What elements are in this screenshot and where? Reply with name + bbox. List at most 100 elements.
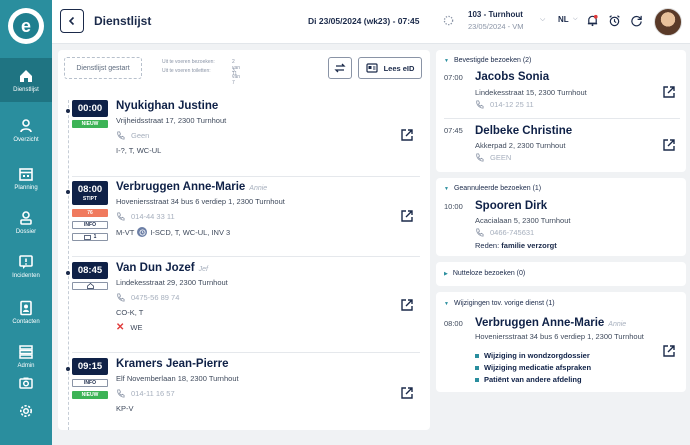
sidebar-item-dienstlijst[interactable]: Dienstlijst	[0, 58, 52, 102]
people-icon	[20, 118, 32, 132]
useless-section-header[interactable]: ▶ Nutteloze bezoeken (0)	[444, 270, 525, 277]
phone-number: 0466-745631	[490, 228, 535, 237]
back-button[interactable]	[60, 9, 84, 33]
sidebar-item-planning[interactable]: Planning	[0, 156, 52, 200]
phone-number: 0475-56 89 74	[131, 293, 180, 302]
patient-name[interactable]: Jacobs Sonia	[475, 71, 549, 83]
patient-phone[interactable]: Geen	[116, 131, 149, 140]
cancelled-visits-panel: ▼ Geannuleerde bezoeken (1) 10:00 Spoore…	[436, 178, 686, 256]
patient-phone[interactable]: 0466-745631	[475, 228, 534, 237]
patient-name[interactable]: Nyukighan Justine	[116, 100, 218, 112]
open-external-icon[interactable]	[400, 128, 414, 142]
notification-bell-icon[interactable]	[586, 14, 599, 27]
punctual-label: STIPT	[82, 196, 98, 202]
sidebar-item-overzicht[interactable]: Overzicht	[0, 108, 52, 152]
score-badge: 76	[72, 209, 108, 217]
patient-name[interactable]: Delbeke Christine	[475, 125, 572, 137]
person-icon	[20, 210, 32, 225]
info-badge[interactable]: INFO	[72, 379, 108, 387]
service-started-button[interactable]: Dienstlijst gestart	[64, 57, 142, 79]
visit-card[interactable]: 09:15 INFO NIEUW Kramers Jean-Pierre Elf…	[66, 358, 420, 430]
change-text: Wijziging in wondzorgdossier	[484, 351, 590, 360]
patient-name[interactable]: Verbruggen Anne-Marie Annie	[116, 181, 267, 193]
chevron-down-icon[interactable]: ⌵	[573, 16, 578, 23]
sidebar-item-label: Contacten	[12, 318, 40, 325]
open-external-icon[interactable]	[400, 386, 414, 400]
patient-phone[interactable]: 0475-56 89 74	[116, 293, 179, 302]
user-avatar[interactable]	[654, 8, 682, 36]
todo-toilets-value: 3 van 7	[232, 68, 241, 86]
care-code-a: M-VT	[116, 227, 135, 237]
sidebar-item-incidenten[interactable]: Incidenten	[0, 244, 52, 288]
patient-name[interactable]: Verbruggen Anne-Marie Annie	[475, 317, 626, 329]
visit-card[interactable]: 08:45 Van Dun Jozef Jef Lindekesstraat 29…	[66, 262, 420, 342]
timeline	[68, 100, 69, 430]
shift-selector[interactable]: 103 - Turnhout	[468, 10, 523, 19]
visit-time: 08:00 STIPT	[72, 181, 108, 205]
care-codes: CO-K, T	[116, 308, 144, 317]
caret-right-icon: ▶	[444, 270, 448, 277]
section-title: Geannuleerde bezoeken (1)	[453, 185, 542, 192]
confirmed-section-header[interactable]: ▼ Bevestigde bezoeken (2)	[444, 57, 531, 64]
change-item: Wijziging medicatie afspraken	[475, 363, 591, 372]
patient-phone[interactable]: 014-12 25 11	[475, 100, 534, 109]
gear-icon	[20, 405, 32, 417]
open-external-icon[interactable]	[400, 298, 414, 312]
phone-number: 014-11 16 57	[131, 389, 175, 398]
swap-button[interactable]	[328, 57, 352, 79]
sidebar-item-label: Planning	[14, 184, 38, 191]
todo-visits: Uit te voeren bezoeken: 2 van 11	[162, 59, 240, 77]
care-code-b: I-SCD, T, WC-UL, INV 3	[150, 227, 231, 237]
patient-phone[interactable]: GEEN	[475, 153, 511, 162]
clock-icon	[137, 227, 148, 237]
weekend-label: WE	[130, 323, 143, 332]
phone-icon	[476, 228, 484, 237]
patient-name[interactable]: Spooren Dirk	[475, 200, 547, 212]
sync-status-icon	[443, 15, 454, 26]
read-eid-button[interactable]: Lees eID	[358, 57, 422, 79]
bullet-icon	[475, 365, 479, 370]
home-icon	[20, 69, 32, 82]
visit-card[interactable]: 00:00 NIEUW Nyukighan Justine Vrijheidss…	[66, 100, 420, 166]
patient-name[interactable]: Kramers Jean-Pierre	[116, 358, 229, 370]
visit-time: 09:15	[72, 358, 108, 375]
care-codes: KP-V	[116, 404, 134, 413]
settings-button[interactable]	[0, 394, 52, 428]
open-external-icon[interactable]	[400, 209, 414, 223]
visit-time: 08:45	[72, 262, 108, 279]
sidebar-item-dossier[interactable]: Dossier	[0, 200, 52, 244]
message-count: 1	[93, 234, 97, 240]
message-badge[interactable]: 1	[72, 233, 108, 241]
cancelled-section-header[interactable]: ▼ Geannuleerde bezoeken (1)	[444, 185, 541, 192]
caret-down-icon: ▼	[444, 57, 449, 64]
refresh-icon[interactable]	[630, 14, 643, 27]
info-badge[interactable]: INFO	[72, 221, 108, 229]
sidebar-item-label: Dossier	[15, 228, 37, 235]
care-codes: M-VT I-SCD, T, WC-UL, INV 3	[116, 227, 230, 237]
open-external-icon[interactable]	[662, 138, 676, 152]
todo-visits-label: Uit te voeren bezoeken:	[162, 59, 215, 65]
visit-card[interactable]: 08:00 STIPT 76 INFO 1 Verbruggen Anne-Ma…	[66, 181, 420, 257]
open-external-icon[interactable]	[662, 85, 676, 99]
phone-icon	[117, 389, 125, 398]
patient-phone[interactable]: 014-44 33 11	[116, 212, 175, 221]
home-badge	[72, 282, 108, 290]
camera-icon	[19, 377, 33, 389]
sidebar-item-contacten[interactable]: Contacten	[0, 290, 52, 334]
alarm-clock-icon[interactable]	[608, 14, 621, 27]
todo-toilets: Uit te voeren toiletten: 3 van 7	[162, 68, 240, 86]
patient-phone[interactable]: 014-11 16 57	[116, 389, 175, 398]
open-external-icon[interactable]	[662, 344, 676, 358]
patient-name-text: Verbruggen Anne-Marie	[116, 181, 246, 193]
chevron-down-icon[interactable]: ⌵	[540, 16, 545, 24]
changes-section-header[interactable]: ▼ Wijzigingen tov. vorige dienst (1)	[444, 300, 555, 307]
new-badge: NIEUW	[72, 120, 108, 128]
bullet-icon	[475, 377, 479, 382]
sidebar-item-label: Incidenten	[12, 272, 40, 279]
useless-visits-panel: ▶ Nutteloze bezoeken (0)	[436, 262, 686, 286]
language-selector[interactable]: NL	[558, 15, 569, 24]
patient-name-text: Verbruggen Anne-Marie	[475, 317, 605, 329]
patient-name[interactable]: Van Dun Jozef Jef	[116, 262, 208, 274]
chevron-left-icon	[68, 16, 75, 26]
section-title: Bevestigde bezoeken (2)	[453, 57, 532, 64]
